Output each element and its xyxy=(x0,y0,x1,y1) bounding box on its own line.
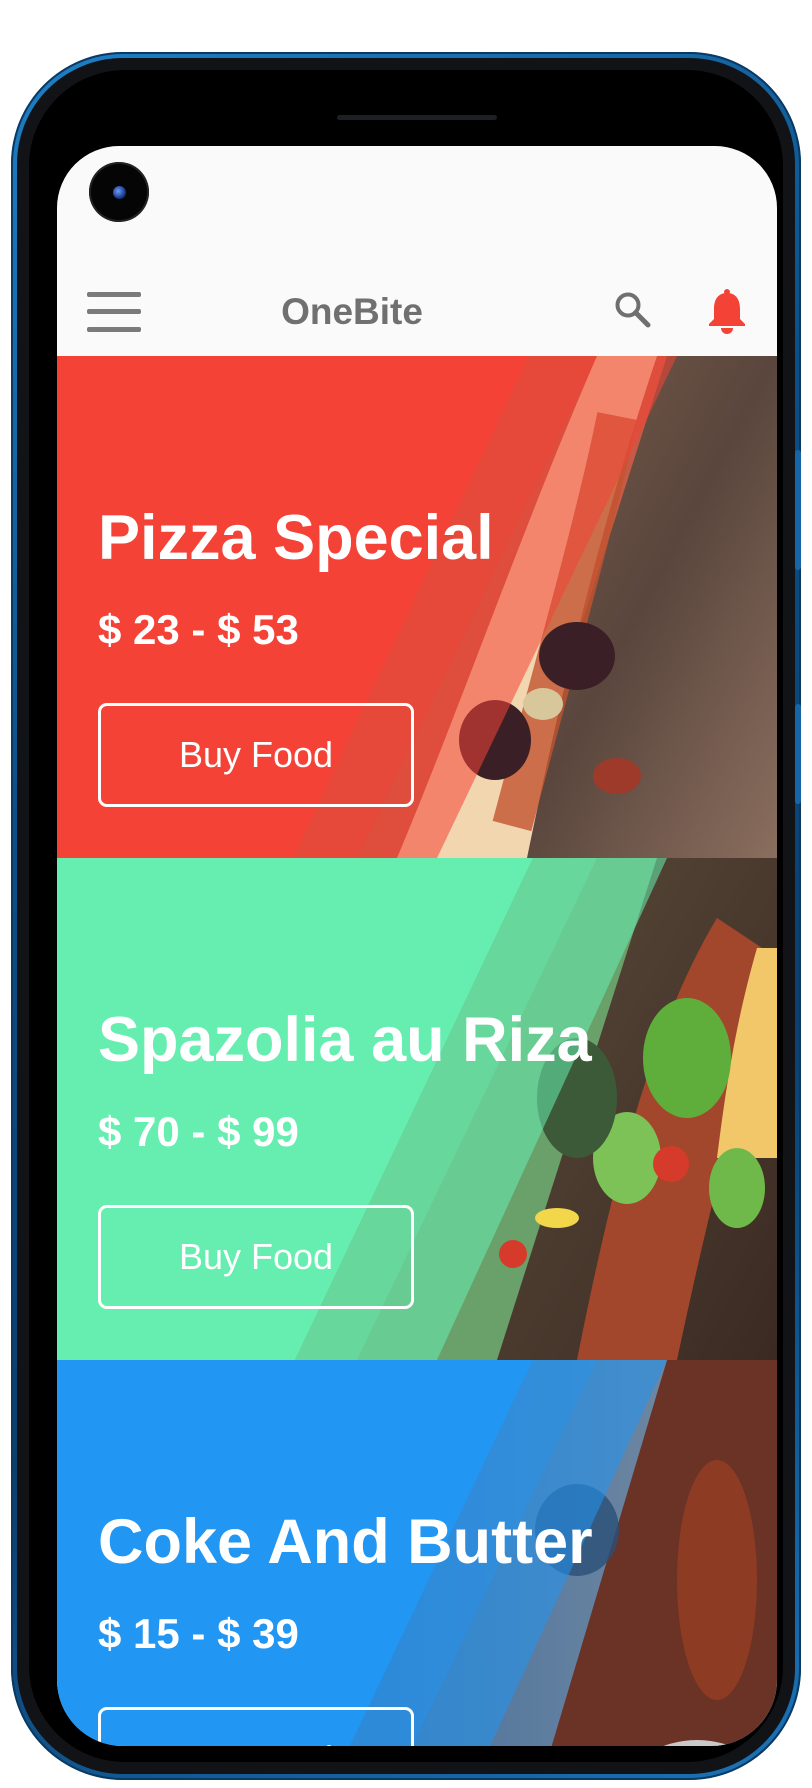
food-card-spazolia: Spazolia au Riza $ 70 - $ 99 Buy Food xyxy=(57,858,777,1360)
phone-frame: OneBite Pizza Special $ 23 - $ 53 Buy Fo… xyxy=(11,52,801,1780)
card-price: $ 15 - $ 39 xyxy=(98,1610,299,1657)
power-button xyxy=(795,704,801,804)
bell-icon[interactable] xyxy=(707,288,747,334)
screen: OneBite Pizza Special $ 23 - $ 53 Buy Fo… xyxy=(57,146,777,1746)
front-camera xyxy=(89,162,149,222)
buy-food-button[interactable]: Buy Food xyxy=(98,1707,414,1746)
app-title: OneBite xyxy=(281,291,423,332)
earpiece xyxy=(337,115,497,120)
volume-button xyxy=(795,450,801,570)
card-title: Spazolia au Riza xyxy=(98,1005,592,1075)
food-card-coke: Coke And Butter $ 15 - $ 39 Buy Food xyxy=(57,1360,777,1746)
card-title: Coke And Butter xyxy=(98,1507,593,1577)
food-card-pizza: Pizza Special $ 23 - $ 53 Buy Food xyxy=(57,356,777,858)
card-price: $ 70 - $ 99 xyxy=(98,1108,299,1155)
app-bar: OneBite xyxy=(57,264,777,356)
card-title: Pizza Special xyxy=(98,503,494,573)
buy-food-button[interactable]: Buy Food xyxy=(98,1205,414,1309)
hamburger-menu-icon[interactable] xyxy=(87,292,141,332)
card-price: $ 23 - $ 53 xyxy=(98,606,299,653)
search-icon[interactable] xyxy=(613,290,653,330)
buy-food-button[interactable]: Buy Food xyxy=(98,703,414,807)
